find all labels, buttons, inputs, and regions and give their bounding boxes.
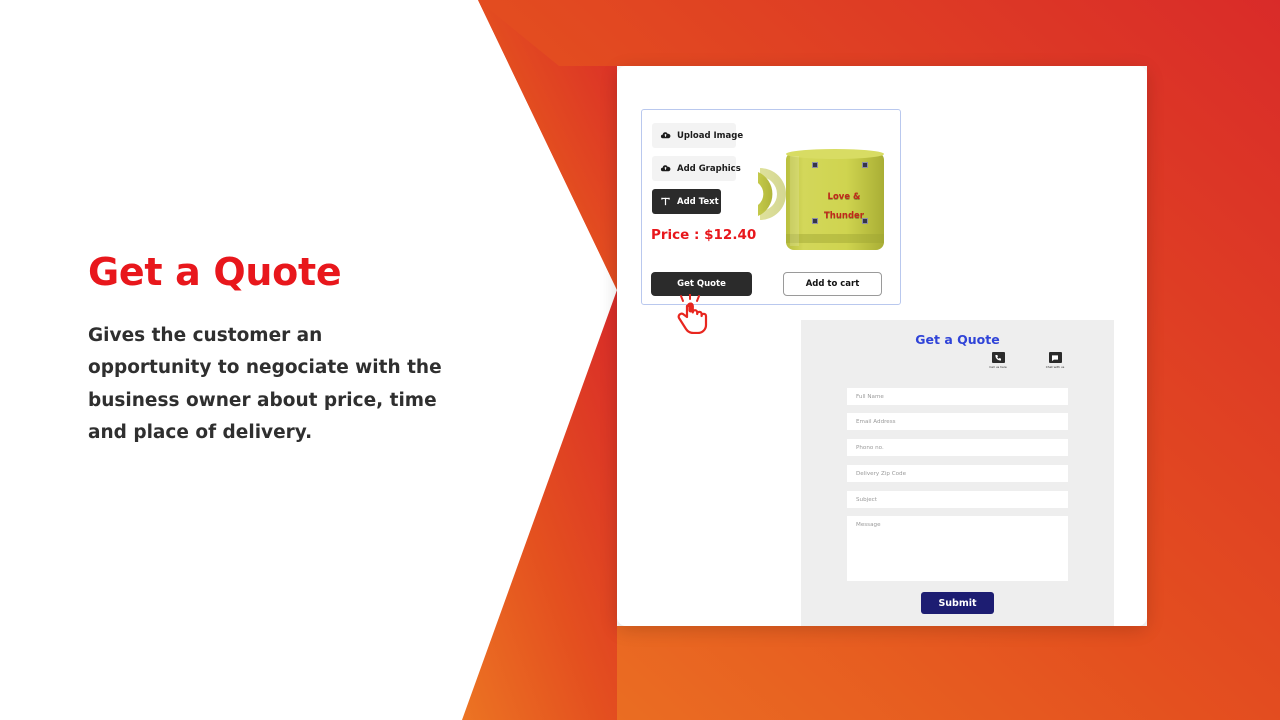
phone-icon (991, 352, 1005, 363)
mug-text-line-2: Thunder (824, 210, 864, 221)
mug-preview[interactable]: Love & Thunder (750, 130, 895, 260)
get-quote-button[interactable]: Get Quote (651, 272, 752, 296)
mug-custom-text[interactable]: Love & Thunder (812, 188, 876, 225)
delivery-zip-code-input[interactable]: Delivery Zip Code (847, 465, 1068, 482)
product-card: Upload Image Add Graphics Add Text Price… (617, 66, 1147, 626)
chat-with-us-label: Chat with us (1045, 365, 1065, 369)
chat-with-us-option[interactable]: Chat with us (1038, 352, 1072, 369)
price-label: Price : $12.40 (651, 227, 757, 243)
add-graphics-label: Add Graphics (677, 163, 741, 174)
upload-image-button[interactable]: Upload Image (652, 123, 743, 148)
selection-handle-tl[interactable] (812, 162, 818, 168)
submit-button[interactable]: Submit (921, 592, 994, 614)
add-graphics-button[interactable]: Add Graphics (652, 156, 741, 181)
quote-form-panel: Get a Quote Call us here Chat with us Fu… (801, 320, 1114, 626)
call-us-option[interactable]: Call us here (981, 352, 1015, 369)
add-to-cart-button[interactable]: Add to cart (783, 272, 882, 296)
full-name-input[interactable]: Full Name (847, 388, 1068, 405)
cloud-upload-icon (660, 132, 671, 139)
quote-form-title: Get a Quote (915, 332, 1000, 347)
product-customizer-panel: Upload Image Add Graphics Add Text Price… (641, 109, 901, 305)
selection-handle-tr[interactable] (862, 162, 868, 168)
intro-copy: Get a Quote Gives the customer an opport… (88, 250, 448, 449)
chat-bubble-icon (1048, 352, 1062, 363)
text-tool-icon (661, 197, 670, 206)
email-address-input[interactable]: Email Address (847, 413, 1068, 430)
subject-input[interactable]: Subject (847, 491, 1068, 508)
page-description: Gives the customer an opportunity to neg… (88, 324, 442, 443)
add-text-label: Add Text (677, 196, 719, 207)
upload-image-label: Upload Image (677, 130, 744, 141)
message-textarea[interactable]: Message (847, 516, 1068, 581)
call-us-label: Call us here (989, 365, 1007, 369)
mug-text-line-1: Love & (827, 192, 861, 202)
pointing-hand-cursor (677, 294, 708, 334)
page-title: Get a Quote (88, 250, 342, 294)
add-text-button[interactable]: Add Text (652, 189, 721, 214)
phone-number-input[interactable]: Phono no. (847, 439, 1068, 456)
contact-options: Call us here Chat with us (981, 352, 1072, 369)
cloud-upload-icon (660, 165, 671, 172)
